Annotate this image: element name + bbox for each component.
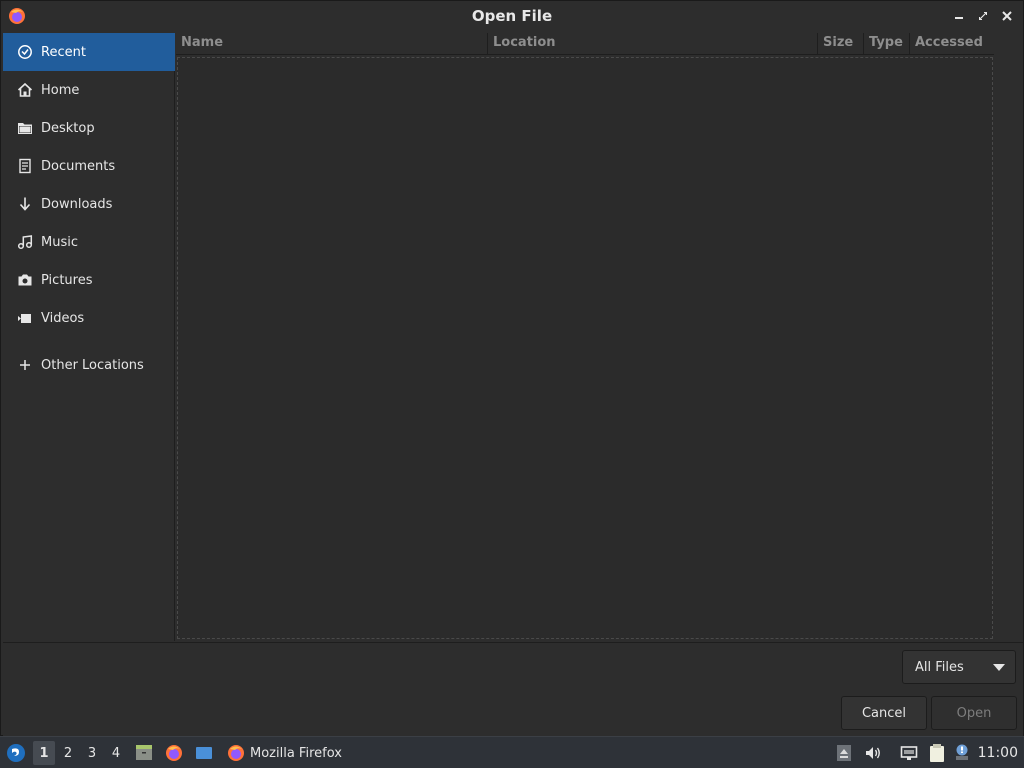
show-desktop-icon bbox=[196, 747, 212, 759]
volume-button[interactable] bbox=[862, 741, 884, 765]
sidebar-item-label: Downloads bbox=[41, 196, 113, 212]
clock[interactable]: 11:00 bbox=[978, 741, 1018, 765]
music-icon bbox=[17, 234, 33, 250]
sidebar-item-documents[interactable]: Documents bbox=[3, 147, 175, 185]
workspace-1[interactable]: 1 bbox=[33, 741, 55, 765]
sidebar-item-label: Documents bbox=[41, 158, 116, 174]
sidebar-item-downloads[interactable]: Downloads bbox=[3, 185, 175, 223]
sidebar-item-home[interactable]: Home bbox=[3, 71, 175, 109]
open-button[interactable]: Open bbox=[931, 696, 1017, 730]
file-list-body[interactable] bbox=[177, 57, 993, 639]
file-filter-dropdown[interactable]: All Files bbox=[902, 650, 1016, 684]
camera-icon bbox=[17, 272, 33, 288]
download-icon bbox=[17, 196, 33, 212]
clipboard-icon bbox=[930, 744, 944, 762]
column-header-row: Name Location Size Type Accessed bbox=[176, 33, 994, 55]
document-icon bbox=[17, 158, 33, 174]
open-file-dialog: Open File Recent Home Desktop Documents … bbox=[0, 0, 1024, 736]
desktop-launcher[interactable] bbox=[192, 741, 216, 765]
maximize-icon bbox=[979, 12, 987, 20]
firefox-icon bbox=[7, 6, 27, 26]
firefox-icon bbox=[166, 745, 182, 761]
minimize-button[interactable] bbox=[949, 6, 969, 26]
taskbar-window-firefox[interactable]: Mozilla Firefox bbox=[222, 741, 352, 765]
sidebar-item-music[interactable]: Music bbox=[3, 223, 175, 261]
sidebar-item-label: Other Locations bbox=[41, 357, 144, 373]
file-manager-launcher[interactable] bbox=[132, 741, 156, 765]
folder-icon bbox=[17, 120, 33, 136]
chevron-down-icon bbox=[993, 664, 1005, 671]
titlebar[interactable]: Open File bbox=[1, 1, 1023, 31]
file-manager-icon bbox=[136, 745, 152, 760]
network-icon bbox=[900, 746, 918, 760]
notifications-button[interactable] bbox=[952, 741, 972, 765]
maximize-button[interactable] bbox=[973, 6, 993, 26]
sidebar-item-videos[interactable]: Videos bbox=[3, 299, 175, 337]
sidebar-item-pictures[interactable]: Pictures bbox=[3, 261, 175, 299]
firefox-icon bbox=[228, 745, 244, 761]
taskbar: 1 2 3 4 Mozilla Firefox 11:00 bbox=[0, 736, 1024, 768]
app-menu-icon bbox=[7, 744, 25, 762]
file-list: Name Location Size Type Accessed bbox=[176, 33, 996, 641]
close-button[interactable] bbox=[997, 6, 1017, 26]
sidebar-item-recent[interactable]: Recent bbox=[3, 33, 175, 71]
sidebar-item-label: Videos bbox=[41, 310, 85, 326]
column-header-location[interactable]: Location bbox=[488, 33, 818, 55]
home-icon bbox=[17, 82, 33, 98]
places-sidebar: Recent Home Desktop Documents Downloads bbox=[3, 33, 175, 641]
minimize-icon bbox=[955, 17, 963, 19]
plus-icon bbox=[17, 357, 33, 373]
notification-icon bbox=[956, 744, 968, 760]
cancel-button[interactable]: Cancel bbox=[841, 696, 927, 730]
sidebar-item-other-locations[interactable]: Other Locations bbox=[3, 346, 175, 384]
column-header-type[interactable]: Type bbox=[864, 33, 910, 55]
clipboard-button[interactable] bbox=[926, 741, 948, 765]
file-filter-label: All Files bbox=[915, 659, 964, 675]
dialog-title: Open File bbox=[471, 7, 553, 25]
taskbar-window-label: Mozilla Firefox bbox=[250, 745, 342, 761]
start-menu-button[interactable] bbox=[4, 741, 28, 765]
sidebar-item-label: Recent bbox=[41, 44, 86, 60]
sidebar-item-label: Desktop bbox=[41, 120, 95, 136]
tray-arrow-icon bbox=[837, 745, 851, 761]
volume-icon bbox=[866, 747, 880, 759]
workspace-4[interactable]: 4 bbox=[105, 741, 127, 765]
sidebar-item-label: Music bbox=[41, 234, 78, 250]
clock-icon bbox=[17, 44, 33, 60]
close-icon bbox=[1002, 11, 1012, 21]
column-header-accessed[interactable]: Accessed bbox=[910, 33, 994, 55]
firefox-launcher[interactable] bbox=[162, 741, 186, 765]
video-icon bbox=[17, 310, 33, 326]
workspace-2[interactable]: 2 bbox=[57, 741, 79, 765]
tray-expand-button[interactable] bbox=[834, 741, 854, 765]
workspace-3[interactable]: 3 bbox=[81, 741, 103, 765]
sidebar-item-desktop[interactable]: Desktop bbox=[3, 109, 175, 147]
sidebar-item-label: Pictures bbox=[41, 272, 93, 288]
column-header-name[interactable]: Name bbox=[176, 33, 488, 55]
network-button[interactable] bbox=[898, 741, 920, 765]
sidebar-item-label: Home bbox=[41, 82, 80, 98]
dialog-action-area: All Files Cancel Open bbox=[3, 642, 1023, 736]
column-header-size[interactable]: Size bbox=[818, 33, 864, 55]
